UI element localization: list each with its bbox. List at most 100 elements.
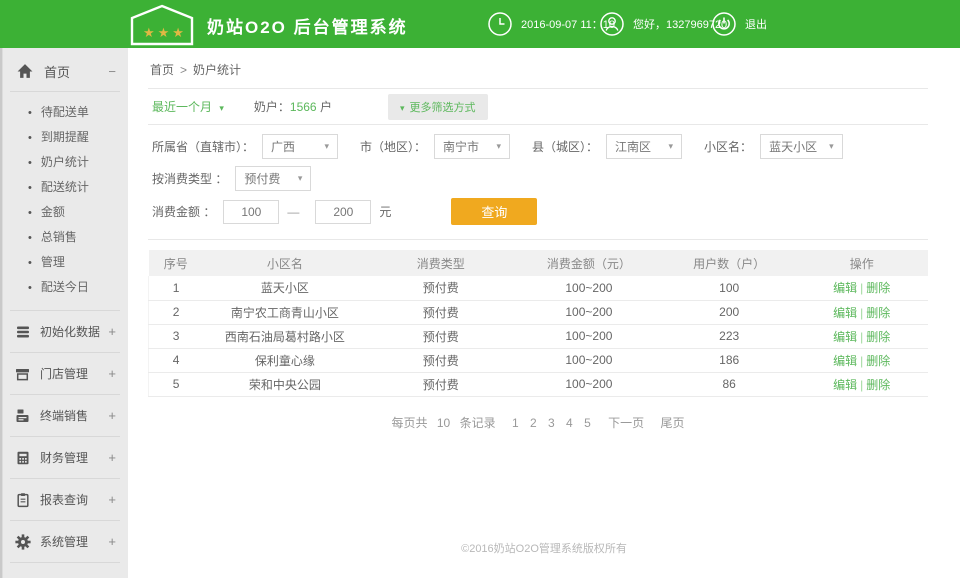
cell-amount: 100~200 (515, 348, 663, 372)
table-row: 1 蓝天小区 预付费 100~200 100 编辑|删除 (149, 276, 929, 300)
expand-icon[interactable]: + (108, 450, 116, 465)
amount-min-input[interactable] (223, 200, 279, 224)
section-label: 终端销售 (40, 407, 108, 424)
sidebar-item-milk-user-stats[interactable]: 奶户统计 (28, 150, 128, 175)
sidebar-item-home[interactable]: 首页 − (0, 48, 128, 91)
sidebar-item-pending-orders[interactable]: 待配送单 (28, 100, 128, 125)
page-5[interactable]: 5 (584, 416, 591, 430)
edit-link[interactable]: 编辑 (833, 330, 857, 344)
expand-icon[interactable]: + (108, 534, 116, 549)
col-header-no: 序号 (149, 250, 204, 276)
amount-max-input[interactable] (315, 200, 371, 224)
filter-row-location: 所属省（直辖市）： 广西▾ 市（地区）： 南宁市▾ 县（城区）： 江南区▾ 小区… (152, 134, 928, 159)
page-2[interactable]: 2 (530, 416, 537, 430)
consume-type-label: 按消费类型 ： (152, 170, 227, 187)
consume-type-value: 预付费 (244, 170, 280, 187)
pagination: 每页共 10 条记录 1 2 3 4 5 下一页 尾页 (148, 414, 928, 431)
sidebar-item-management[interactable]: 管理 (28, 250, 128, 275)
layers-icon (14, 324, 31, 340)
app-logo: ★★★ (129, 4, 195, 49)
sidebar-section-init-data[interactable]: 初始化数据 + (0, 311, 128, 352)
cell-no: 2 (149, 300, 204, 324)
stats-table: 序号 小区名 消费类型 消费金额（元） 用户数（户） 操作 1 蓝天小区 预付费… (148, 250, 928, 397)
copyright-footer: ©2016奶站O2O管理系统版权所有 (128, 540, 960, 556)
range-dash: — (287, 205, 299, 219)
next-page-link[interactable]: 下一页 (608, 416, 644, 430)
table-row: 3 西南石油局葛村路小区 预付费 100~200 223 编辑|删除 (149, 324, 929, 348)
calculator-icon (14, 450, 31, 466)
breadcrumb: 首页 > 奶户统计 (148, 48, 928, 89)
cell-users: 86 (663, 372, 796, 396)
sidebar-item-total-sales[interactable]: 总销售 (28, 225, 128, 250)
sidebar-item-delivery-stats[interactable]: 配送统计 (28, 175, 128, 200)
more-filters-button[interactable]: ▾更多筛选方式 (388, 94, 488, 120)
power-icon (711, 11, 737, 37)
page-3[interactable]: 3 (548, 416, 555, 430)
sidebar-item-expiry-reminder[interactable]: 到期提醒 (28, 125, 128, 150)
cell-name: 西南石油局葛村路小区 (203, 324, 367, 348)
section-label: 系统管理 (40, 533, 108, 550)
col-header-name: 小区名 (203, 250, 367, 276)
sidebar-item-amount[interactable]: 金额 (28, 200, 128, 225)
province-select[interactable]: 广西▾ (262, 134, 338, 159)
city-select[interactable]: 南宁市▾ (434, 134, 510, 159)
sidebar-section-terminal-sales[interactable]: 终端销售 + (0, 395, 128, 436)
action-divider: | (860, 354, 863, 368)
sidebar-home-submenu: 待配送单 到期提醒 奶户统计 配送统计 金额 总销售 管理 配送今日 (0, 92, 128, 310)
chevron-down-icon: ▾ (829, 141, 834, 152)
col-header-type: 消费类型 (367, 250, 515, 276)
province-label: 所属省（直辖市）： (152, 138, 254, 155)
collapse-icon[interactable]: − (108, 64, 116, 79)
cell-actions: 编辑|删除 (795, 372, 928, 396)
edit-link[interactable]: 编辑 (833, 306, 857, 320)
sidebar-section-system-mgmt[interactable]: 系统管理 + (0, 521, 128, 562)
cell-no: 3 (149, 324, 204, 348)
delete-link[interactable]: 删除 (866, 306, 890, 320)
section-label: 报表查询 (40, 491, 108, 508)
search-button[interactable]: 查询 (451, 198, 537, 225)
breadcrumb-separator: > (180, 63, 187, 77)
sidebar-section-finance-mgmt[interactable]: 财务管理 + (0, 437, 128, 478)
expand-icon[interactable]: + (108, 492, 116, 507)
logout-label: 退出 (745, 16, 767, 32)
edit-link[interactable]: 编辑 (833, 378, 857, 392)
edit-link[interactable]: 编辑 (833, 354, 857, 368)
breadcrumb-home[interactable]: 首页 (150, 63, 174, 77)
clipboard-icon (14, 492, 31, 508)
chevron-down-icon: ▾ (298, 173, 303, 184)
breadcrumb-current: 奶户统计 (193, 63, 241, 77)
expand-icon[interactable]: + (108, 366, 116, 381)
delete-link[interactable]: 删除 (866, 330, 890, 344)
expand-icon[interactable]: + (108, 408, 116, 423)
delete-link[interactable]: 删除 (866, 378, 890, 392)
filter-row-amount: 消费金额 ： — 元 查询 (152, 198, 928, 225)
consume-type-select[interactable]: 预付费 ▾ (235, 166, 311, 191)
summary-bar: 最近一个月 ▾ 奶户：1566 户 ▾更多筛选方式 (148, 89, 928, 125)
delete-link[interactable]: 删除 (866, 281, 890, 295)
page-4[interactable]: 4 (566, 416, 573, 430)
sidebar-section-report-query[interactable]: 报表查询 + (0, 479, 128, 520)
cell-name: 保利童心缘 (203, 348, 367, 372)
last-page-link[interactable]: 尾页 (660, 416, 684, 430)
logout-button[interactable]: 退出 (711, 0, 767, 48)
sidebar-section-store-mgmt[interactable]: 门店管理 + (0, 353, 128, 394)
page-1[interactable]: 1 (512, 416, 519, 430)
gear-icon (14, 534, 31, 550)
cash-register-icon (14, 408, 31, 424)
chevron-down-icon: ▾ (400, 103, 405, 113)
cell-actions: 编辑|删除 (795, 324, 928, 348)
cell-actions: 编辑|删除 (795, 348, 928, 372)
cell-type: 预付费 (367, 324, 515, 348)
period-dropdown[interactable]: 最近一个月 ▾ (152, 98, 224, 115)
community-select[interactable]: 蓝天小区▾ (760, 134, 843, 159)
county-select[interactable]: 江南区▾ (606, 134, 682, 159)
section-label: 门店管理 (40, 365, 108, 382)
section-label: 财务管理 (40, 449, 108, 466)
cell-amount: 100~200 (515, 324, 663, 348)
cell-amount: 100~200 (515, 276, 663, 300)
amount-unit: 元 (379, 203, 391, 220)
sidebar-item-delivery-today[interactable]: 配送今日 (28, 275, 128, 300)
expand-icon[interactable]: + (108, 324, 116, 339)
edit-link[interactable]: 编辑 (833, 281, 857, 295)
delete-link[interactable]: 删除 (866, 354, 890, 368)
